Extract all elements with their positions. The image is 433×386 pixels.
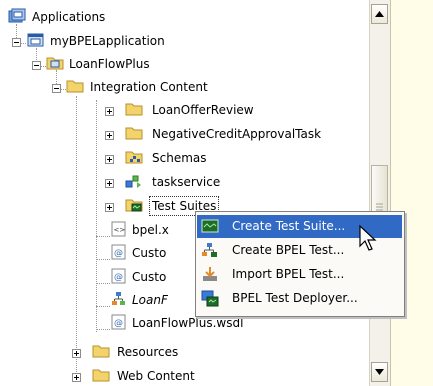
mouse-cursor-icon <box>359 224 377 251</box>
svg-text:@: @ <box>114 273 123 283</box>
tree-item-label: Schemas <box>152 151 207 165</box>
folder-icon <box>125 101 143 117</box>
wsdl-file-icon: @ <box>110 244 128 260</box>
collapse-toggle[interactable] <box>12 38 21 47</box>
scroll-down-button[interactable] <box>371 362 388 382</box>
expand-toggle[interactable] <box>105 179 114 188</box>
collapse-toggle[interactable] <box>32 61 41 70</box>
scroll-up-button[interactable] <box>371 4 388 24</box>
vertical-scrollbar[interactable] <box>369 0 390 386</box>
tree-guide <box>96 306 110 307</box>
tree-item-label: LoanFlowPlus <box>69 57 150 71</box>
tree-item-label: myBPELapplication <box>50 34 165 48</box>
expand-toggle[interactable] <box>72 373 81 382</box>
bpel-test-deployer-icon <box>201 290 219 307</box>
import-bpel-test-icon <box>201 266 219 283</box>
tree-item-label: LoanOfferReview <box>152 103 254 117</box>
folder-icon <box>66 78 84 94</box>
collapse-toggle[interactable] <box>52 84 61 93</box>
svg-text:<>: <> <box>114 226 126 234</box>
folder-icon <box>92 343 110 359</box>
tree-item-label: LoanF <box>132 293 168 307</box>
tree-guide <box>96 100 97 332</box>
arrow-up-icon <box>375 11 384 17</box>
xml-file-icon: <> <box>110 221 128 237</box>
tree-guide <box>96 283 110 284</box>
expand-toggle[interactable] <box>105 203 114 212</box>
tree-guide <box>76 96 77 374</box>
tree-item-label: Integration Content <box>90 80 208 94</box>
expand-toggle[interactable] <box>105 107 114 116</box>
expand-toggle[interactable] <box>105 155 114 164</box>
folder-icon <box>125 125 143 141</box>
tree-item-label: Web Content <box>117 369 195 383</box>
tree-item-label: bpel.x <box>132 223 169 237</box>
taskservice-icon <box>125 173 143 189</box>
project-folder-icon <box>46 55 64 71</box>
folder-icon <box>92 367 110 383</box>
tree-item-label: Custo <box>132 270 167 284</box>
svg-text:@: @ <box>114 249 123 259</box>
tree-item-label: Custo <box>132 246 167 260</box>
tree-guide <box>96 259 110 260</box>
schemas-folder-icon <box>125 149 143 165</box>
project-tree[interactable]: Applications myBPELapplication LoanFlowP… <box>0 0 369 386</box>
tree-item-label: Resources <box>117 345 179 359</box>
menu-item-label: BPEL Test Deployer... <box>232 291 358 305</box>
tree-guide <box>96 329 110 330</box>
test-suites-folder-icon <box>125 197 143 213</box>
menu-item-bpel-test-deployer[interactable]: BPEL Test Deployer... <box>197 287 402 310</box>
editor-panel <box>390 0 433 386</box>
applications-icon <box>8 8 26 24</box>
wsdl-file-icon: @ <box>110 314 128 330</box>
svg-text:@: @ <box>114 319 123 329</box>
tree-item-label: taskservice <box>152 175 221 189</box>
arrow-down-icon <box>375 369 384 375</box>
tree-item-label: NegativeCreditApprovalTask <box>152 127 322 141</box>
menu-item-label: Create Test Suite... <box>232 219 346 233</box>
application-icon <box>27 32 45 48</box>
menu-item-label: Create BPEL Test... <box>232 243 345 257</box>
tree-guide <box>96 236 110 237</box>
expand-toggle[interactable] <box>72 349 81 358</box>
create-test-suite-icon <box>201 218 219 235</box>
wsdl-file-icon: @ <box>110 268 128 284</box>
tree-item-label: Applications <box>32 10 106 24</box>
menu-item-import-bpel-test[interactable]: Import BPEL Test... <box>197 263 402 286</box>
menu-item-label: Import BPEL Test... <box>232 267 345 281</box>
expand-toggle[interactable] <box>105 131 114 140</box>
create-bpel-test-icon <box>201 242 219 259</box>
bpel-process-icon <box>110 291 128 307</box>
